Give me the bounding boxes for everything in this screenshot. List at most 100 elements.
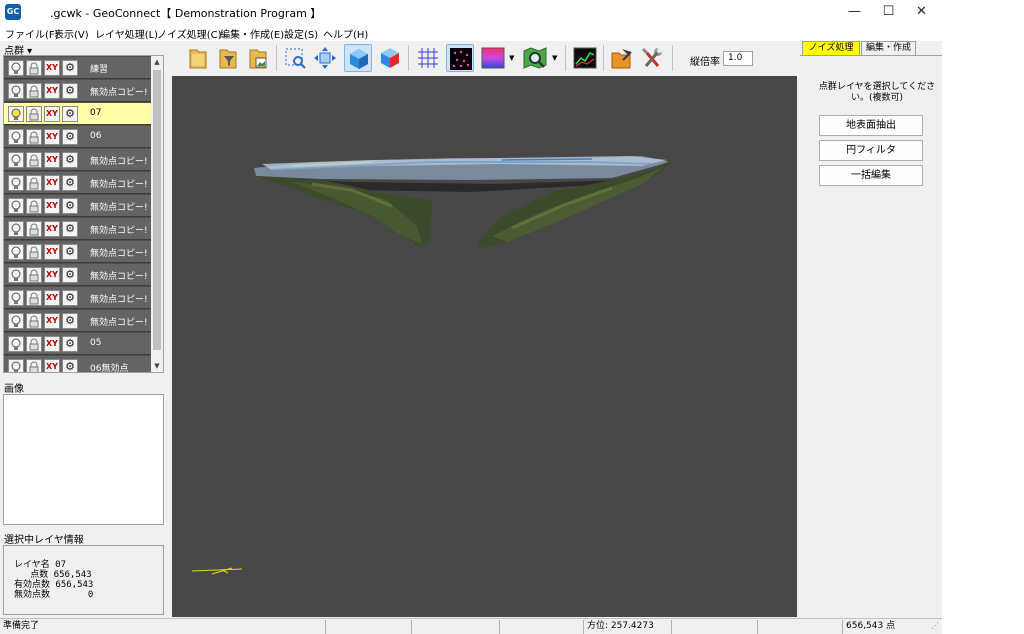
visibility-bulb-icon[interactable]: [8, 198, 24, 214]
tab-edit-create[interactable]: 編集・作成: [861, 41, 916, 55]
lock-icon[interactable]: [26, 106, 42, 122]
xy-coordinate-icon[interactable]: XY: [44, 359, 60, 372]
visibility-bulb-icon[interactable]: [8, 221, 24, 237]
fit-view-icon[interactable]: [311, 44, 339, 72]
visibility-bulb-icon[interactable]: [8, 267, 24, 283]
resize-grip-icon[interactable]: ⋰: [931, 621, 941, 633]
lock-icon[interactable]: [26, 336, 42, 352]
lock-icon[interactable]: [26, 198, 42, 214]
open-folder-icon[interactable]: [184, 44, 212, 72]
visibility-bulb-icon[interactable]: [8, 175, 24, 191]
zoom-select-icon[interactable]: [281, 44, 309, 72]
circle-filter-button[interactable]: 円フィルタ: [819, 140, 923, 161]
batch-edit-button[interactable]: 一括編集: [819, 165, 923, 186]
lock-icon[interactable]: [26, 244, 42, 260]
lock-icon[interactable]: [26, 267, 42, 283]
xy-coordinate-icon[interactable]: XY: [44, 267, 60, 283]
layer-row[interactable]: XY ⚙ 無効点コピー!: [4, 241, 152, 263]
visibility-bulb-icon[interactable]: [8, 244, 24, 260]
visibility-bulb-icon[interactable]: [8, 106, 24, 122]
gear-icon[interactable]: ⚙: [62, 129, 78, 145]
layer-row[interactable]: XY ⚙ 05: [4, 333, 152, 355]
gear-icon[interactable]: ⚙: [62, 106, 78, 122]
xy-coordinate-icon[interactable]: XY: [44, 152, 60, 168]
gear-icon[interactable]: ⚙: [62, 198, 78, 214]
visibility-bulb-icon[interactable]: [8, 313, 24, 329]
menu-file[interactable]: ファイル(F): [5, 26, 59, 41]
menu-settings[interactable]: 設定(S): [284, 26, 318, 41]
xy-coordinate-icon[interactable]: XY: [44, 106, 60, 122]
image-panel[interactable]: [3, 394, 164, 525]
menu-noise[interactable]: ノイズ処理(C): [157, 26, 222, 41]
xy-coordinate-icon[interactable]: XY: [44, 313, 60, 329]
visibility-bulb-icon[interactable]: [8, 290, 24, 306]
gear-icon[interactable]: ⚙: [62, 244, 78, 260]
3d-view-blue-icon[interactable]: [344, 44, 372, 72]
xy-coordinate-icon[interactable]: XY: [44, 175, 60, 191]
gear-icon[interactable]: ⚙: [62, 83, 78, 99]
visibility-bulb-icon[interactable]: [8, 336, 24, 352]
lock-icon[interactable]: [26, 83, 42, 99]
layer-row[interactable]: XY ⚙ 無効点コピー!: [4, 172, 152, 194]
3d-view-red-icon[interactable]: [376, 44, 404, 72]
layer-row[interactable]: XY ⚙ 06無効点: [4, 356, 152, 372]
point-cloud-render[interactable]: [172, 76, 797, 617]
export-folder-icon[interactable]: [608, 44, 636, 72]
ground-extraction-button[interactable]: 地表面抽出: [819, 115, 923, 136]
visibility-bulb-icon[interactable]: [8, 60, 24, 76]
layer-row[interactable]: XY ⚙ 無効点コピー!: [4, 264, 152, 286]
gear-icon[interactable]: ⚙: [62, 313, 78, 329]
profile-chart-icon[interactable]: [571, 44, 599, 72]
layer-row[interactable]: XY ⚙ 無効点コピー!: [4, 310, 152, 332]
layer-row[interactable]: XY ⚙ 無効点コピー!: [4, 218, 152, 240]
visibility-bulb-icon[interactable]: [8, 359, 24, 372]
xy-coordinate-icon[interactable]: XY: [44, 244, 60, 260]
lock-icon[interactable]: [26, 175, 42, 191]
xy-coordinate-icon[interactable]: XY: [44, 336, 60, 352]
scroll-down-icon[interactable]: ▼: [151, 360, 163, 372]
gear-icon[interactable]: ⚙: [62, 152, 78, 168]
xy-coordinate-icon[interactable]: XY: [44, 198, 60, 214]
gear-icon[interactable]: ⚙: [62, 359, 78, 372]
xy-coordinate-icon[interactable]: XY: [44, 60, 60, 76]
lock-icon[interactable]: [26, 359, 42, 372]
tools-icon[interactable]: [638, 44, 666, 72]
xy-coordinate-icon[interactable]: XY: [44, 290, 60, 306]
lock-icon[interactable]: [26, 221, 42, 237]
lock-icon[interactable]: [26, 60, 42, 76]
folder-image-icon[interactable]: [244, 44, 272, 72]
color-gradient-icon[interactable]: [479, 44, 507, 72]
lock-icon[interactable]: [26, 129, 42, 145]
layer-row[interactable]: XY ⚙ 無効点コピー!: [4, 287, 152, 309]
vertical-exaggeration-input[interactable]: 1.0: [723, 51, 753, 66]
xy-coordinate-icon[interactable]: XY: [44, 221, 60, 237]
gear-icon[interactable]: ⚙: [62, 60, 78, 76]
tab-noise-processing[interactable]: ノイズ処理: [802, 41, 860, 55]
layer-list-scrollbar[interactable]: ▲ ▼: [151, 56, 163, 372]
3d-viewport[interactable]: [172, 76, 797, 617]
layer-row[interactable]: XY ⚙ 07: [4, 103, 152, 125]
menu-view[interactable]: 表示(V): [54, 26, 89, 41]
layer-row[interactable]: XY ⚙ 無効点コピー!: [4, 195, 152, 217]
lock-icon[interactable]: [26, 152, 42, 168]
menu-edit[interactable]: 編集・作成(E): [220, 26, 284, 41]
layer-row[interactable]: XY ⚙ 練習: [4, 57, 152, 79]
point-display-icon[interactable]: [446, 44, 474, 72]
close-button[interactable]: ✕: [899, 0, 944, 24]
gear-icon[interactable]: ⚙: [62, 336, 78, 352]
gear-icon[interactable]: ⚙: [62, 267, 78, 283]
menu-help[interactable]: ヘルプ(H): [323, 26, 368, 41]
menu-layer[interactable]: レイヤ処理(L): [95, 26, 158, 41]
xy-coordinate-icon[interactable]: XY: [44, 83, 60, 99]
scroll-up-icon[interactable]: ▲: [151, 56, 163, 68]
folder-filter-icon[interactable]: [214, 44, 242, 72]
map-search-icon[interactable]: [521, 44, 549, 72]
layer-row[interactable]: XY ⚙ 06: [4, 126, 152, 148]
layer-row[interactable]: XY ⚙ 無効点コピー!: [4, 149, 152, 171]
visibility-bulb-icon[interactable]: [8, 83, 24, 99]
lock-icon[interactable]: [26, 290, 42, 306]
color-dropdown-icon[interactable]: ▼: [509, 54, 517, 62]
lock-icon[interactable]: [26, 313, 42, 329]
gear-icon[interactable]: ⚙: [62, 290, 78, 306]
visibility-bulb-icon[interactable]: [8, 152, 24, 168]
